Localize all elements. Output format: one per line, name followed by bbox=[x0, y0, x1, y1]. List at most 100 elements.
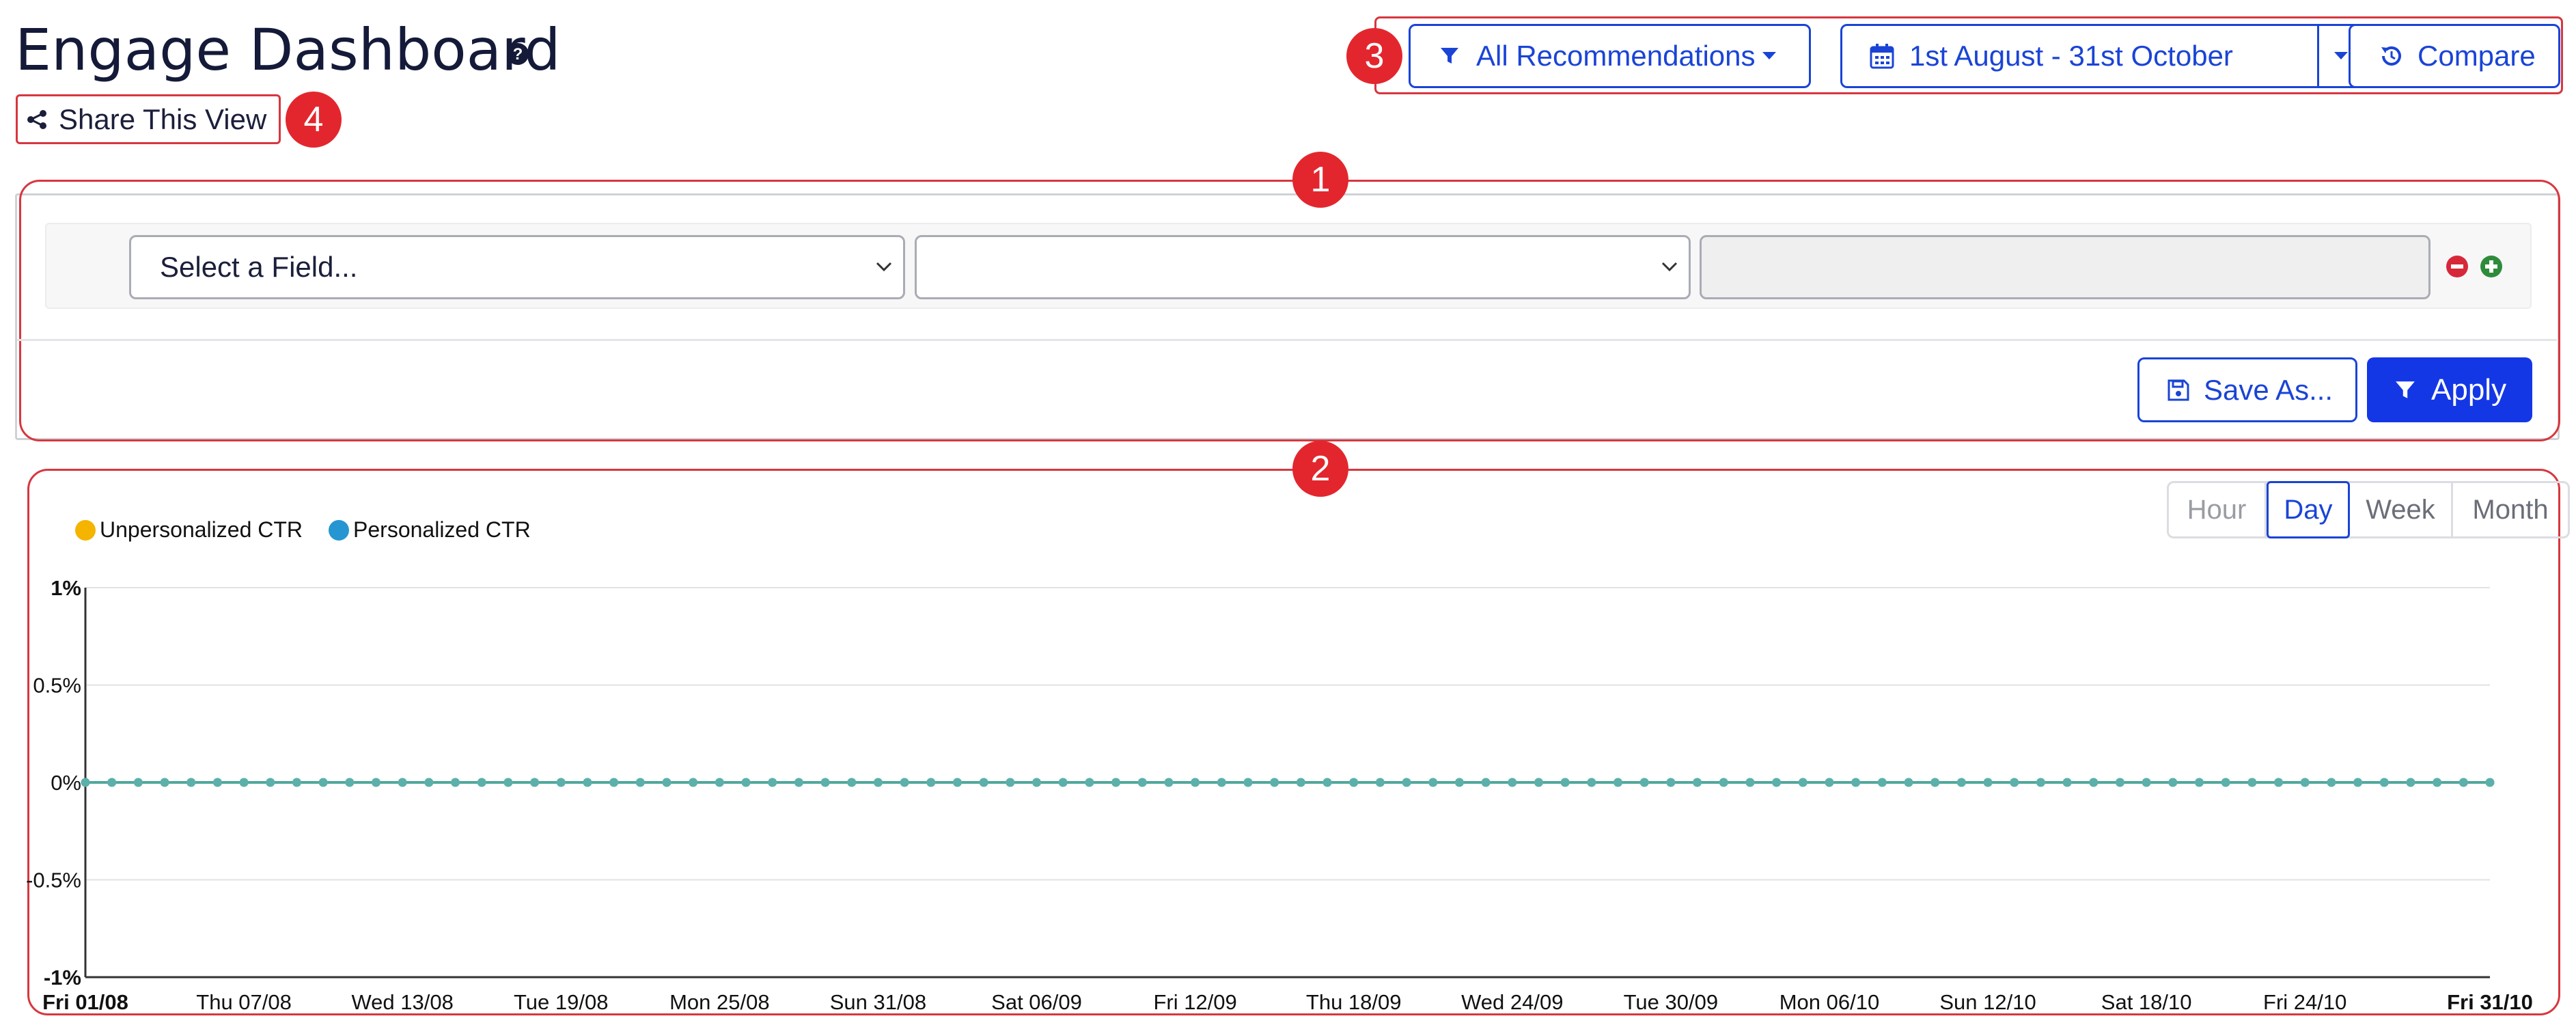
filter-icon bbox=[1441, 48, 1458, 64]
data-point-personalized bbox=[689, 778, 698, 787]
legend-label-personalized: Personalized CTR bbox=[353, 517, 531, 542]
apply-label: Apply bbox=[2431, 372, 2507, 407]
legend-label-unpersonalized: Unpersonalized CTR bbox=[100, 517, 303, 542]
data-point-personalized bbox=[820, 778, 830, 787]
apply-button[interactable]: Apply bbox=[2367, 357, 2532, 422]
share-view-button[interactable]: Share This View bbox=[16, 94, 281, 144]
legend-item-personalized[interactable]: Personalized CTR bbox=[329, 517, 531, 543]
history-icon bbox=[2381, 46, 2401, 66]
remove-filter-icon[interactable] bbox=[2446, 255, 2469, 278]
data-point-personalized bbox=[2221, 778, 2230, 787]
data-point-personalized bbox=[1560, 778, 1570, 787]
data-point-personalized bbox=[212, 778, 222, 787]
data-point-personalized bbox=[477, 778, 486, 787]
data-point-personalized bbox=[2406, 778, 2415, 787]
data-point-personalized bbox=[1006, 778, 1015, 787]
data-point-personalized bbox=[2247, 778, 2257, 787]
data-point-personalized bbox=[2459, 778, 2468, 787]
data-point-personalized bbox=[1719, 778, 1728, 787]
help-icon[interactable]: ? bbox=[506, 42, 529, 66]
data-point-personalized bbox=[1296, 778, 1305, 787]
y-tick-label: -0.5% bbox=[26, 869, 81, 892]
data-point-personalized bbox=[635, 778, 645, 787]
data-point-personalized bbox=[292, 778, 301, 787]
svg-text:?: ? bbox=[513, 45, 523, 64]
data-point-personalized bbox=[1825, 778, 1834, 787]
x-tick-label: Wed 13/08 bbox=[351, 990, 453, 1014]
data-point-personalized bbox=[2353, 778, 2363, 787]
data-point-personalized bbox=[1587, 778, 1596, 787]
data-point-personalized bbox=[1666, 778, 1676, 787]
filter-icon bbox=[2396, 381, 2415, 398]
date-range-button[interactable]: 1st August - 31st October bbox=[1840, 24, 2319, 88]
period-day-button[interactable]: Day bbox=[2267, 481, 2350, 538]
x-tick-label: Sat 06/09 bbox=[991, 990, 1082, 1014]
data-point-personalized bbox=[1243, 778, 1253, 787]
caret-down-icon bbox=[1762, 52, 1776, 59]
data-point-personalized bbox=[1322, 778, 1332, 787]
data-point-personalized bbox=[1111, 778, 1121, 787]
data-point-personalized bbox=[2036, 778, 2045, 787]
x-tick-label: Tue 19/08 bbox=[514, 990, 608, 1014]
date-range-label: 1st August - 31st October bbox=[1909, 40, 2233, 72]
period-hour-button[interactable]: Hour bbox=[2169, 483, 2267, 536]
data-point-personalized bbox=[1085, 778, 1094, 787]
data-point-personalized bbox=[1508, 778, 1517, 787]
y-tick-label: 0% bbox=[51, 771, 81, 795]
recommendations-filter-button[interactable]: All Recommendations bbox=[1409, 24, 1811, 88]
period-week-button[interactable]: Week bbox=[2350, 483, 2453, 536]
data-point-personalized bbox=[2010, 778, 2019, 787]
data-point-personalized bbox=[2142, 778, 2151, 787]
compare-button[interactable]: Compare bbox=[2349, 24, 2560, 88]
field-select[interactable]: Select a Field... bbox=[129, 235, 905, 299]
page-title: Engage Dashboard bbox=[15, 16, 561, 83]
data-point-personalized bbox=[81, 778, 90, 787]
data-point-personalized bbox=[1614, 778, 1623, 787]
annotation-badge-4: 4 bbox=[286, 92, 342, 148]
legend-item-unpersonalized[interactable]: Unpersonalized CTR bbox=[75, 517, 303, 543]
data-point-personalized bbox=[1745, 778, 1755, 787]
data-point-personalized bbox=[186, 778, 196, 787]
data-point-personalized bbox=[2274, 778, 2284, 787]
data-point-personalized bbox=[1349, 778, 1359, 787]
data-point-personalized bbox=[873, 778, 883, 787]
filter-value-input bbox=[1700, 235, 2430, 299]
data-point-personalized bbox=[398, 778, 407, 787]
data-point-personalized bbox=[1930, 778, 1940, 787]
data-point-personalized bbox=[1137, 778, 1147, 787]
ctr-line-chart: 1% 0.5% 0% -0.5% -1%Fri 01/08 Thu 07/08 Wed 13… bbox=[26, 576, 2533, 1014]
data-point-personalized bbox=[345, 778, 355, 787]
data-point-personalized bbox=[1217, 778, 1226, 787]
x-tick-label: Thu 07/08 bbox=[196, 990, 292, 1014]
x-tick-label: Mon 06/10 bbox=[1779, 990, 1880, 1014]
data-point-personalized bbox=[107, 778, 117, 787]
data-point-personalized bbox=[266, 778, 275, 787]
data-point-personalized bbox=[1877, 778, 1887, 787]
data-point-personalized bbox=[2089, 778, 2099, 787]
annotation-badge-1: 1 bbox=[1292, 152, 1348, 208]
period-month-button[interactable]: Month bbox=[2453, 483, 2568, 536]
legend-dot-personalized bbox=[329, 519, 350, 541]
data-point-personalized bbox=[900, 778, 909, 787]
x-tick-label: Mon 25/08 bbox=[669, 990, 770, 1014]
data-point-personalized bbox=[662, 778, 671, 787]
add-filter-icon[interactable] bbox=[2480, 255, 2503, 278]
data-point-personalized bbox=[1798, 778, 1808, 787]
operator-select[interactable] bbox=[915, 235, 1691, 299]
save-as-button[interactable]: Save As... bbox=[2137, 357, 2357, 422]
chart-legend: Unpersonalized CTR Personalized CTR bbox=[75, 517, 531, 543]
save-icon bbox=[2168, 379, 2189, 400]
data-point-personalized bbox=[583, 778, 592, 787]
data-point-personalized bbox=[1639, 778, 1649, 787]
x-tick-label: Fri 01/08 bbox=[42, 990, 128, 1014]
annotation-badge-2: 2 bbox=[1292, 441, 1348, 497]
data-point-personalized bbox=[239, 778, 249, 787]
data-point-personalized bbox=[952, 778, 962, 787]
data-point-personalized bbox=[503, 778, 513, 787]
data-point-personalized bbox=[2327, 778, 2336, 787]
data-point-personalized bbox=[2168, 778, 2178, 787]
data-point-personalized bbox=[979, 778, 988, 787]
x-tick-label: Wed 24/09 bbox=[1461, 990, 1563, 1014]
y-tick-label: -1% bbox=[44, 966, 81, 989]
share-icon bbox=[27, 109, 46, 129]
